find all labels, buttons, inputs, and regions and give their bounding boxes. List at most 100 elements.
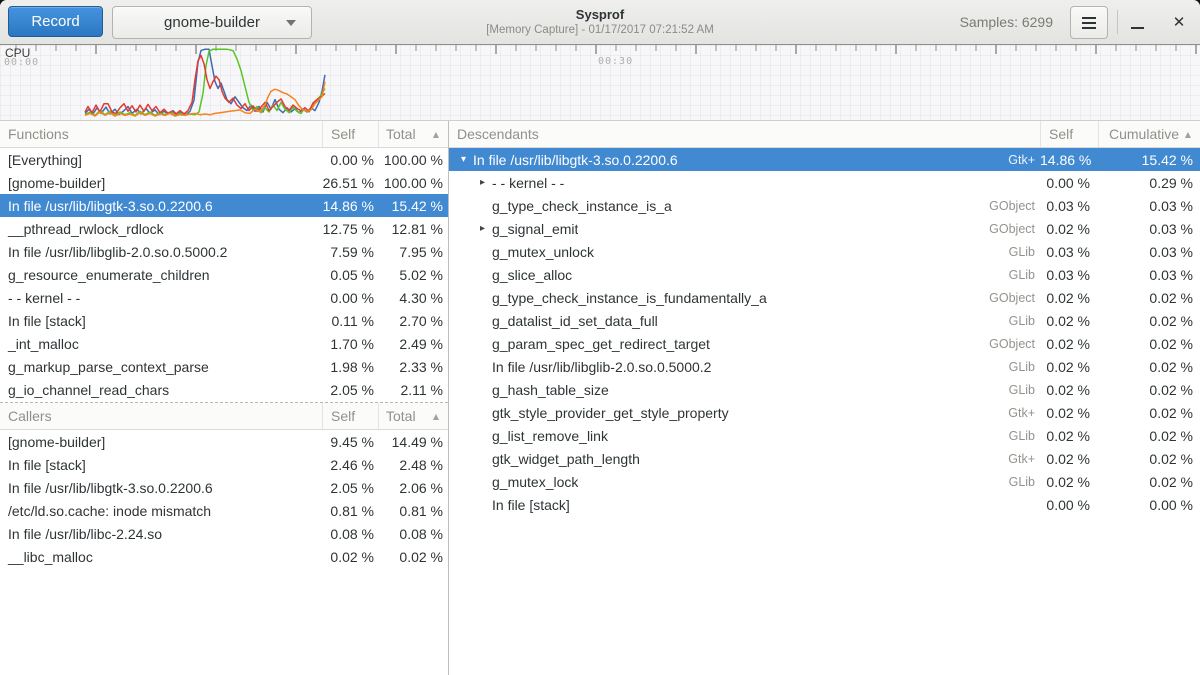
table-row[interactable]: g_param_spec_get_redirect_targetGObject0… xyxy=(449,332,1200,355)
function-name: g_slice_alloc xyxy=(492,267,572,283)
descendant-name-cell: g_slice_alloc xyxy=(449,267,1009,283)
table-row[interactable]: g_mutex_unlockGLib0.03 %0.03 % xyxy=(449,240,1200,263)
functions-total-column-header[interactable]: Total ▲ xyxy=(378,121,448,147)
descendant-name-cell: g_mutex_unlock xyxy=(449,244,1009,260)
descendants-cumulative-column-header[interactable]: Cumulative ▲ xyxy=(1098,121,1200,147)
descendants-self-column-header[interactable]: Self xyxy=(1040,121,1098,147)
descendants-table-body: ▾In file /usr/lib/libgtk-3.so.0.2200.6Gt… xyxy=(449,148,1200,516)
self-percent: 0.05 % xyxy=(322,267,378,283)
table-row[interactable]: In file /usr/lib/libglib-2.0.so.0.5000.2… xyxy=(0,240,448,263)
table-row[interactable]: In file [stack]0.00 %0.00 % xyxy=(449,493,1200,516)
table-row[interactable]: [gnome-builder]26.51 %100.00 % xyxy=(0,171,448,194)
descendant-name-cell: ▸- - kernel - - xyxy=(449,171,1040,194)
window-subtitle: [Memory Capture] - 01/17/2017 07:21:52 A… xyxy=(320,23,880,38)
cpu-line-red xyxy=(85,55,325,114)
table-row[interactable]: __pthread_rwlock_rdlock12.75 %12.81 % xyxy=(0,217,448,240)
library-tag: Gtk+ xyxy=(1008,153,1040,167)
descendant-name-cell: g_type_check_instance_is_a xyxy=(449,198,989,214)
process-selector-dropdown[interactable]: gnome-builder xyxy=(112,6,312,39)
library-tag: GLib xyxy=(1009,360,1040,374)
self-percent: 0.02 % xyxy=(1040,405,1098,421)
table-row[interactable]: g_list_remove_linkGLib0.02 %0.02 % xyxy=(449,424,1200,447)
cumulative-percent: 0.02 % xyxy=(1098,451,1200,467)
table-row[interactable]: g_resource_enumerate_children0.05 %5.02 … xyxy=(0,263,448,286)
table-row[interactable]: In file /usr/lib/libglib-2.0.so.0.5000.2… xyxy=(449,355,1200,378)
table-row[interactable]: In file /usr/lib/libc-2.24.so0.08 %0.08 … xyxy=(0,522,448,545)
table-row[interactable]: _int_malloc1.70 %2.49 % xyxy=(0,332,448,355)
table-row[interactable]: In file [stack]2.46 %2.48 % xyxy=(0,453,448,476)
self-percent: 0.00 % xyxy=(1040,175,1098,191)
self-percent: 1.70 % xyxy=(322,336,378,352)
menu-button[interactable] xyxy=(1070,6,1108,39)
table-row[interactable]: g_hash_table_sizeGLib0.02 %0.02 % xyxy=(449,378,1200,401)
table-row[interactable]: ▾In file /usr/lib/libgtk-3.so.0.2200.6Gt… xyxy=(449,148,1200,171)
functions-self-column-header[interactable]: Self xyxy=(322,121,378,147)
table-row[interactable]: g_mutex_lockGLib0.02 %0.02 % xyxy=(449,470,1200,493)
table-row[interactable]: g_type_check_instance_is_aGObject0.03 %0… xyxy=(449,194,1200,217)
self-percent: 9.45 % xyxy=(322,434,378,450)
table-row[interactable]: g_io_channel_read_chars2.05 %2.11 % xyxy=(0,378,448,401)
total-percent: 0.81 % xyxy=(378,503,448,519)
table-row[interactable]: In file /usr/lib/libgtk-3.so.0.2200.62.0… xyxy=(0,476,448,499)
total-percent: 0.08 % xyxy=(378,526,448,542)
descendant-name-cell: g_datalist_id_set_data_full xyxy=(449,313,1009,329)
close-button[interactable]: ✕ xyxy=(1166,10,1192,34)
process-selector-value: gnome-builder xyxy=(164,14,260,31)
table-row[interactable]: - - kernel - -0.00 %4.30 % xyxy=(0,286,448,309)
function-name: g_mutex_lock xyxy=(492,474,578,490)
function-name: In file /usr/lib/libglib-2.0.so.0.5000.2 xyxy=(492,359,711,375)
self-percent: 0.03 % xyxy=(1040,244,1098,260)
expander-closed-icon[interactable]: ▸ xyxy=(476,217,489,240)
table-row[interactable]: gtk_style_provider_get_style_propertyGtk… xyxy=(449,401,1200,424)
library-tag: GObject xyxy=(989,291,1040,305)
self-percent: 0.02 % xyxy=(1040,221,1098,237)
self-percent: 0.02 % xyxy=(1040,336,1098,352)
table-row[interactable]: /etc/ld.so.cache: inode mismatch0.81 %0.… xyxy=(0,499,448,522)
callers-self-column-header[interactable]: Self xyxy=(322,403,378,429)
table-row[interactable]: [gnome-builder]9.45 %14.49 % xyxy=(0,430,448,453)
table-row[interactable]: g_slice_allocGLib0.03 %0.03 % xyxy=(449,263,1200,286)
library-tag: Gtk+ xyxy=(1008,406,1040,420)
table-row[interactable]: [Everything]0.00 %100.00 % xyxy=(0,148,448,171)
table-row[interactable]: g_markup_parse_context_parse1.98 %2.33 % xyxy=(0,355,448,378)
minimize-button[interactable] xyxy=(1124,10,1150,34)
total-percent: 2.49 % xyxy=(378,336,448,352)
record-button[interactable]: Record xyxy=(8,6,103,37)
function-name: gtk_widget_path_length xyxy=(492,451,640,467)
self-percent: 0.81 % xyxy=(322,503,378,519)
time-label-start: 00:00 xyxy=(4,57,39,68)
cpu-timeline-graph[interactable]: CPU 00:00 00:30 xyxy=(0,45,1200,121)
descendants-column-header[interactable]: Descendants xyxy=(449,121,1040,147)
function-name: _int_malloc xyxy=(0,336,322,352)
table-row[interactable]: gtk_widget_path_lengthGtk+0.02 %0.02 % xyxy=(449,447,1200,470)
table-row[interactable]: In file /usr/lib/libgtk-3.so.0.2200.614.… xyxy=(0,194,448,217)
function-name: In file /usr/lib/libglib-2.0.so.0.5000.2 xyxy=(0,244,322,260)
window-title: Sysprof xyxy=(320,7,880,22)
table-row[interactable]: g_type_check_instance_is_fundamentally_a… xyxy=(449,286,1200,309)
table-row[interactable]: __libc_malloc0.02 %0.02 % xyxy=(0,545,448,568)
functions-column-header[interactable]: Functions xyxy=(0,121,322,147)
function-name: /etc/ld.so.cache: inode mismatch xyxy=(0,503,322,519)
total-percent: 12.81 % xyxy=(378,221,448,237)
sort-ascending-icon: ▲ xyxy=(433,130,439,139)
total-percent: 100.00 % xyxy=(378,152,448,168)
left-panel: Functions Self Total ▲ [Everything]0.00 … xyxy=(0,121,448,675)
descendants-table-header: Descendants Self Cumulative ▲ xyxy=(449,121,1200,148)
cumulative-percent: 0.02 % xyxy=(1098,382,1200,398)
expander-open-icon[interactable]: ▾ xyxy=(457,148,470,171)
library-tag: GLib xyxy=(1009,268,1040,282)
table-row[interactable]: ▸- - kernel - -0.00 %0.29 % xyxy=(449,171,1200,194)
function-name: g_datalist_id_set_data_full xyxy=(492,313,658,329)
self-percent: 0.03 % xyxy=(1040,198,1098,214)
table-row[interactable]: In file [stack]0.11 %2.70 % xyxy=(0,309,448,332)
descendant-name-cell: g_hash_table_size xyxy=(449,382,1009,398)
self-percent: 0.00 % xyxy=(322,152,378,168)
table-row[interactable]: g_datalist_id_set_data_fullGLib0.02 %0.0… xyxy=(449,309,1200,332)
expander-closed-icon[interactable]: ▸ xyxy=(476,171,489,194)
function-name: g_markup_parse_context_parse xyxy=(0,359,322,375)
callers-total-column-header[interactable]: Total ▲ xyxy=(378,403,448,429)
function-name: g_signal_emit xyxy=(492,221,578,237)
table-row[interactable]: ▸g_signal_emitGObject0.02 %0.03 % xyxy=(449,217,1200,240)
callers-column-header[interactable]: Callers xyxy=(0,403,322,429)
self-percent: 14.86 % xyxy=(322,198,378,214)
